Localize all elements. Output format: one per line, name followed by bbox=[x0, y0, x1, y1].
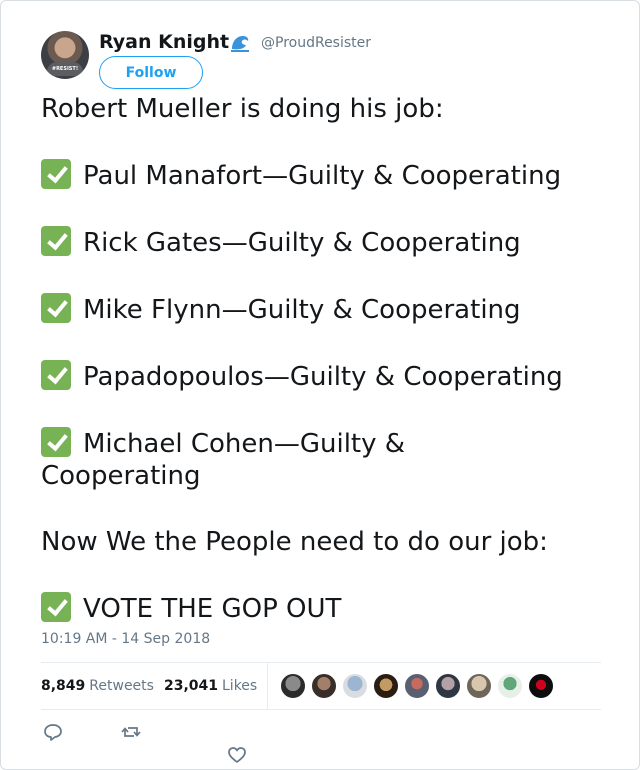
avatar[interactable] bbox=[342, 673, 369, 699]
tweet-line-item: VOTE THE GOP OUT bbox=[41, 592, 611, 625]
liker-avatars bbox=[280, 673, 559, 699]
avatar[interactable] bbox=[528, 673, 555, 699]
avatar[interactable]: #RESIST! bbox=[41, 31, 89, 79]
user-handle[interactable]: @ProudResister bbox=[261, 35, 371, 51]
avatar[interactable] bbox=[435, 673, 462, 699]
tweet-card: #RESIST! Ryan Knight @ProudResister Foll… bbox=[0, 0, 640, 770]
check-mark-icon bbox=[41, 592, 71, 622]
tweet-line-call: Now We the People need to do our job: bbox=[41, 527, 548, 557]
wave-icon bbox=[231, 36, 249, 52]
tweet-line-item: Paul Manafort—Guilty & Cooperating bbox=[41, 159, 611, 192]
avatar[interactable] bbox=[466, 673, 493, 699]
avatar[interactable] bbox=[404, 673, 431, 699]
divider bbox=[41, 709, 601, 710]
check-mark-icon bbox=[41, 226, 71, 256]
check-mark-icon bbox=[41, 427, 71, 457]
tweet-line-intro: Robert Mueller is doing his job: bbox=[41, 94, 444, 124]
check-mark-icon bbox=[41, 293, 71, 323]
tweet-text: Robert Mueller is doing his job: Paul Ma… bbox=[41, 93, 611, 659]
check-mark-icon bbox=[41, 159, 71, 189]
retweet-icon[interactable] bbox=[120, 721, 142, 743]
reply-icon[interactable] bbox=[42, 721, 64, 743]
tweet-actions bbox=[41, 719, 601, 769]
check-mark-icon bbox=[41, 360, 71, 390]
tweet-line-item: Mike Flynn—Guilty & Cooperating bbox=[41, 293, 611, 326]
divider bbox=[267, 663, 269, 709]
tweet-timestamp[interactable]: 10:19 AM - 14 Sep 2018 bbox=[41, 631, 210, 647]
retweets-stat[interactable]: 8,849 Retweets bbox=[41, 678, 154, 694]
tweet-line-item: Papadopoulos—Guilty & Cooperating bbox=[41, 360, 611, 393]
avatar[interactable] bbox=[373, 673, 400, 699]
avatar[interactable] bbox=[497, 673, 524, 699]
tweet-line-item: Rick Gates—Guilty & Cooperating bbox=[41, 226, 611, 259]
engagement-stats: 8,849 Retweets 23,041 Likes bbox=[41, 663, 601, 709]
avatar[interactable] bbox=[280, 673, 307, 699]
tweet-line-item: Michael Cohen—Guilty & Cooperating bbox=[41, 427, 406, 491]
avatar[interactable] bbox=[311, 673, 338, 699]
likes-stat[interactable]: 23,041 Likes bbox=[164, 678, 257, 694]
user-name[interactable]: Ryan Knight bbox=[99, 31, 229, 53]
heart-icon[interactable] bbox=[226, 744, 248, 766]
follow-button[interactable]: Follow bbox=[99, 56, 203, 89]
avatar-shirt-text: #RESIST! bbox=[47, 62, 83, 76]
